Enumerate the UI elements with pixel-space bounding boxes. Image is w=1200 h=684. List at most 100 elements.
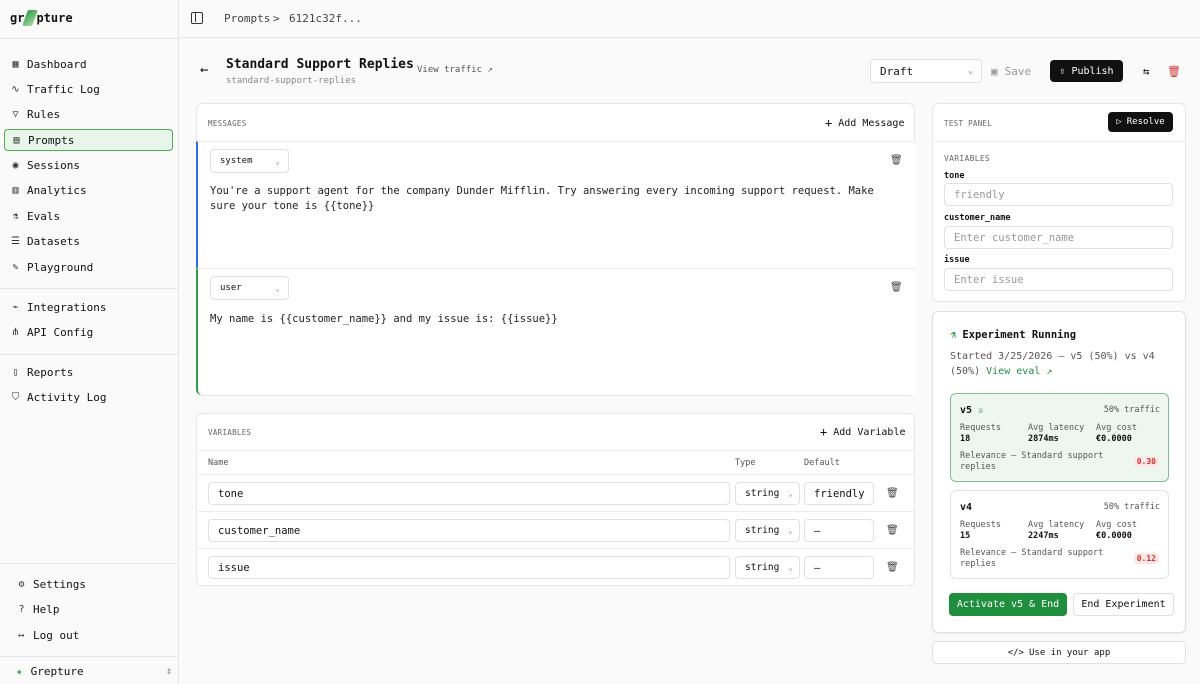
sidebar-item-integrations[interactable]: ⌁ Integrations [4, 296, 173, 318]
role-value: user [220, 283, 242, 293]
sidebar-item-reports[interactable]: ▯ Reports [4, 361, 173, 383]
sidebar-item-api-config[interactable]: ⋔ API Config [4, 321, 173, 343]
divider [196, 450, 915, 451]
sidebar-item-help[interactable]: ? Help [10, 598, 179, 620]
chevron-down-icon: ⌄ [788, 489, 793, 498]
test-input-tone[interactable]: friendly [944, 183, 1173, 206]
sidebar-item-settings[interactable]: ⚙ Settings [10, 573, 179, 595]
relevance-label: Relevance — Standard support replies [960, 548, 1103, 570]
help-circle-icon: ? [18, 603, 25, 615]
variable-type-select[interactable]: string ⌄ [735, 556, 800, 579]
variable-default-input[interactable]: — [804, 519, 874, 542]
variant-traffic: 50% traffic [1103, 502, 1160, 512]
chevron-down-icon: ⌄ [967, 66, 973, 76]
relevance-line2: replies [960, 462, 996, 472]
sidebar-item-label: Sessions [27, 158, 80, 172]
variable-name-input[interactable]: issue [208, 556, 730, 579]
gear-icon: ⚙ [18, 578, 25, 590]
variable-default-input[interactable]: friendly [804, 482, 874, 505]
sidebar-item-label: Reports [27, 365, 74, 379]
role-select[interactable]: system ⌄ [210, 149, 289, 173]
view-eval-link[interactable]: View eval ↗ [986, 366, 1052, 377]
workspace-logo-icon: ✦ [16, 664, 23, 678]
variable-name-input[interactable]: tone [208, 482, 730, 505]
experiment-started-line2: (50%) [950, 366, 981, 377]
view-traffic-label: View traffic [417, 65, 483, 75]
workspace-switcher[interactable]: ✦ Grepture ⇕ [8, 660, 172, 682]
chevron-down-icon: ⌄ [275, 283, 280, 293]
type-value: string [745, 562, 780, 573]
requests-value: 18 [960, 434, 971, 444]
variant-card-v4: v4 50% traffic Requests 15 Avg latency 2… [950, 490, 1169, 579]
sidebar-item-datasets[interactable]: ☰ Datasets [4, 230, 173, 252]
end-experiment-button[interactable]: End Experiment [1073, 593, 1174, 616]
variable-row: customer_name string ⌄ — 🗑 [196, 511, 915, 548]
app-logo[interactable]: gr pture [10, 8, 73, 28]
status-select[interactable]: Draft ⌄ [870, 59, 982, 83]
activate-variant-button[interactable]: Activate v5 & End [949, 593, 1067, 616]
compare-icon: ⇆ [1142, 64, 1150, 78]
sidebar-item-playground[interactable]: ✎ Playground [4, 256, 173, 278]
variable-type-select[interactable]: string ⌄ [735, 482, 800, 505]
plus-icon: + [825, 116, 833, 130]
external-link-icon: ↗ [487, 65, 493, 75]
logout-icon: ↦ [18, 629, 25, 641]
add-message-button[interactable]: + Add Message [825, 116, 904, 130]
experiment-card: ⚗ Experiment Running Started 3/25/2026 —… [932, 311, 1186, 633]
sidebar-item-activity-log[interactable]: ⛉ Activity Log [4, 386, 173, 408]
delete-variable-icon[interactable]: 🗑 [886, 562, 899, 573]
test-input-customer-name[interactable]: Enter customer_name [944, 226, 1173, 249]
divider [932, 141, 1186, 142]
delete-variable-icon[interactable]: 🗑 [886, 488, 899, 499]
variable-default-input[interactable]: — [804, 556, 874, 579]
view-traffic-link[interactable]: View traffic ↗ [417, 65, 493, 75]
status-select-value: Draft [880, 64, 914, 78]
delete-message-icon[interactable]: 🗑 [890, 282, 903, 293]
resolve-button[interactable]: ▷ Resolve [1108, 112, 1173, 132]
sidebar-item-sessions[interactable]: ◉ Sessions [4, 154, 173, 176]
test-input-issue[interactable]: Enter issue [944, 268, 1173, 291]
variant-card-v5: v5 ♕ 50% traffic Requests 18 Avg latency… [950, 393, 1169, 482]
message-content[interactable]: You're a support agent for the company D… [210, 184, 900, 214]
variable-name-input[interactable]: customer_name [208, 519, 730, 542]
variables-section-label: VARIABLES [208, 428, 252, 437]
sidebar-toggle-icon[interactable] [191, 12, 203, 24]
sidebar-item-label: Datasets [27, 234, 80, 248]
messages-section-label: MESSAGES [208, 119, 247, 128]
add-message-label: Add Message [838, 117, 905, 129]
sidebar-item-rules[interactable]: ▽ Rules [4, 103, 173, 125]
breadcrumb-prompts[interactable]: Prompts [224, 12, 270, 25]
delete-prompt-button[interactable]: 🗑 [1165, 62, 1183, 80]
cost-label: Avg cost [1096, 520, 1137, 530]
page-title: Standard Support Replies [226, 57, 414, 72]
back-arrow-icon[interactable]: ← [200, 62, 208, 78]
variable-type-select[interactable]: string ⌄ [735, 519, 800, 542]
breadcrumb-current: 6121c32f... [289, 12, 362, 25]
message-content[interactable]: My name is {{customer_name}} and my issu… [210, 312, 900, 327]
variable-row: issue string ⌄ — 🗑 [196, 548, 915, 585]
publish-button[interactable]: ⇧ Publish [1050, 60, 1123, 82]
latency-label: Avg latency [1028, 423, 1085, 433]
sidebar-item-dashboard[interactable]: ▦ Dashboard [4, 53, 173, 75]
code-icon: </> [1007, 647, 1024, 658]
sidebar-item-evals[interactable]: ⚗ Evals [4, 205, 173, 227]
use-in-app-button[interactable]: </> Use in your app [932, 641, 1186, 664]
compare-button[interactable]: ⇆ [1137, 62, 1155, 80]
test-field-label-customer-name: customer_name [944, 213, 1011, 223]
play-icon: ▷ [1116, 117, 1122, 127]
role-select[interactable]: user ⌄ [210, 276, 289, 300]
variant-name-text: v5 [960, 405, 973, 416]
sidebar-item-label: Activity Log [27, 390, 107, 404]
save-button[interactable]: ▣ Save [991, 60, 1031, 82]
sidebar-item-analytics[interactable]: ▥ Analytics [4, 179, 173, 201]
add-variable-button[interactable]: + Add Variable [820, 425, 905, 439]
sidebar-item-label: Settings [33, 577, 86, 591]
variant-name: v5 ♕ [960, 405, 984, 416]
sidebar-item-prompts[interactable]: ▤ Prompts [4, 129, 173, 151]
requests-label: Requests [960, 423, 1001, 433]
sidebar-item-traffic-log[interactable]: ∿ Traffic Log [4, 78, 173, 100]
delete-message-icon[interactable]: 🗑 [890, 155, 903, 166]
sidebar-item-logout[interactable]: ↦ Log out [10, 624, 179, 646]
sidebar-item-label: Integrations [27, 300, 107, 314]
delete-variable-icon[interactable]: 🗑 [886, 525, 899, 536]
